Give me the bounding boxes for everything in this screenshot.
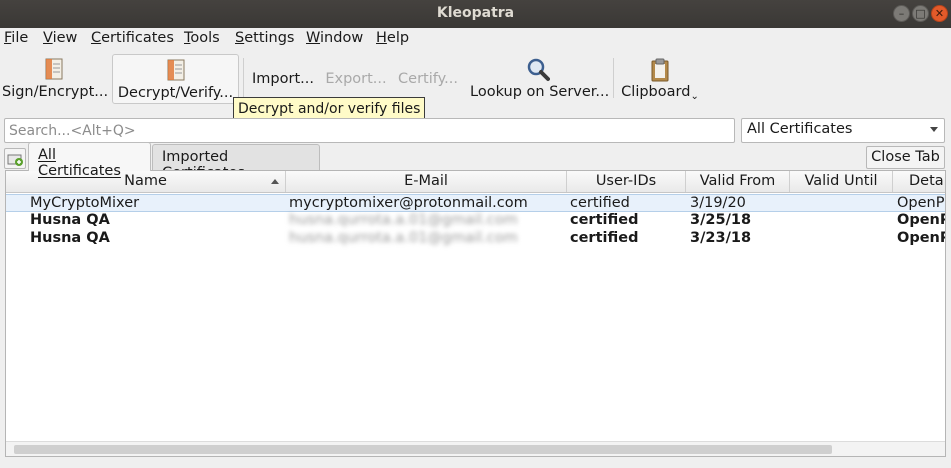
clipboard-button[interactable]: Clipboard⌄ <box>620 54 700 104</box>
toolbar: Sign/Encrypt... Decrypt/Verify... Import… <box>0 50 951 106</box>
toolbar-separator <box>613 58 614 98</box>
toolbar-separator <box>243 58 244 98</box>
certificates-table: Name E-Mail User-IDs Valid From Valid Un… <box>5 170 946 457</box>
menu-window[interactable]: Window <box>306 30 363 46</box>
table-row[interactable]: Husna QA husna.qurrota.a.01@gmail.com ce… <box>6 230 945 248</box>
cell-email: mycryptomixer@protonmail.com <box>289 195 528 211</box>
filter-selected-value: All Certificates <box>747 121 853 137</box>
cell-details: OpenPGP <box>897 212 945 228</box>
cell-email: husna.qurrota.a.01@gmail.com <box>289 230 518 246</box>
menu-tools[interactable]: Tools <box>184 30 220 46</box>
tab-imported-certificates[interactable]: Imported Certificates <box>152 144 320 181</box>
new-tab-button[interactable] <box>4 148 26 169</box>
menu-help[interactable]: Help <box>376 30 409 46</box>
lookup-on-server-button[interactable]: Lookup on Server... <box>470 54 609 104</box>
cell-email: husna.qurrota.a.01@gmail.com <box>289 212 518 228</box>
certificate-filter-dropdown[interactable]: All Certificates <box>741 118 945 143</box>
decrypt-verify-button[interactable]: Decrypt/Verify... <box>112 54 239 104</box>
title-bar: Kleopatra – □ ✕ <box>0 0 951 28</box>
scrollbar-thumb[interactable] <box>14 445 832 454</box>
cell-valid-from: 3/19/20 <box>690 195 746 211</box>
column-header-details[interactable]: Details <box>893 171 945 192</box>
menu-bar: File View Certificates Tools Settings Wi… <box>0 28 951 50</box>
cell-name: Husna QA <box>30 212 110 228</box>
cell-details: OpenPGP <box>897 195 945 211</box>
window-title: Kleopatra <box>436 5 515 21</box>
horizontal-scrollbar[interactable] <box>6 441 945 456</box>
sort-ascending-icon <box>271 179 279 184</box>
menu-certificates[interactable]: Certificates <box>91 30 174 46</box>
close-window-button[interactable]: ✕ <box>931 5 948 22</box>
new-tab-icon <box>7 154 23 166</box>
minimize-button[interactable]: – <box>893 5 910 22</box>
sign-document-icon <box>45 58 63 84</box>
cell-name: Husna QA <box>30 230 110 246</box>
cell-user-ids: certified <box>570 195 630 211</box>
column-header-email[interactable]: E-Mail <box>286 171 567 192</box>
clipboard-icon <box>650 58 670 86</box>
cell-valid-from: 3/25/18 <box>690 212 752 228</box>
menu-file[interactable]: File <box>4 30 28 46</box>
table-row[interactable]: MyCryptoMixer mycryptomixer@protonmail.c… <box>6 194 945 212</box>
maximize-button[interactable]: □ <box>912 5 929 22</box>
menu-settings[interactable]: Settings <box>235 30 295 46</box>
menu-view[interactable]: View <box>43 30 77 46</box>
table-row[interactable]: Husna QA husna.qurrota.a.01@gmail.com ce… <box>6 212 945 230</box>
decrypt-document-icon <box>167 59 185 85</box>
sign-encrypt-button[interactable]: Sign/Encrypt... <box>2 54 108 104</box>
column-header-valid-from[interactable]: Valid From <box>686 171 790 192</box>
search-input[interactable] <box>5 119 734 142</box>
column-header-user-ids[interactable]: User-IDs <box>567 171 686 192</box>
cell-name: MyCryptoMixer <box>30 195 140 211</box>
cell-user-ids: certified <box>570 212 639 228</box>
chevron-down-icon <box>930 127 938 132</box>
cell-details: OpenPGP <box>897 230 945 246</box>
close-tab-button[interactable]: Close Tab <box>866 146 945 169</box>
table-header: Name E-Mail User-IDs Valid From Valid Un… <box>6 171 945 193</box>
magnifier-icon <box>526 58 550 86</box>
column-header-valid-until[interactable]: Valid Until <box>790 171 893 192</box>
cell-valid-from: 3/23/18 <box>690 230 752 246</box>
search-field[interactable] <box>4 118 735 143</box>
tab-all-certificates[interactable]: All Certificates <box>28 142 151 179</box>
cell-user-ids: certified <box>570 230 639 246</box>
